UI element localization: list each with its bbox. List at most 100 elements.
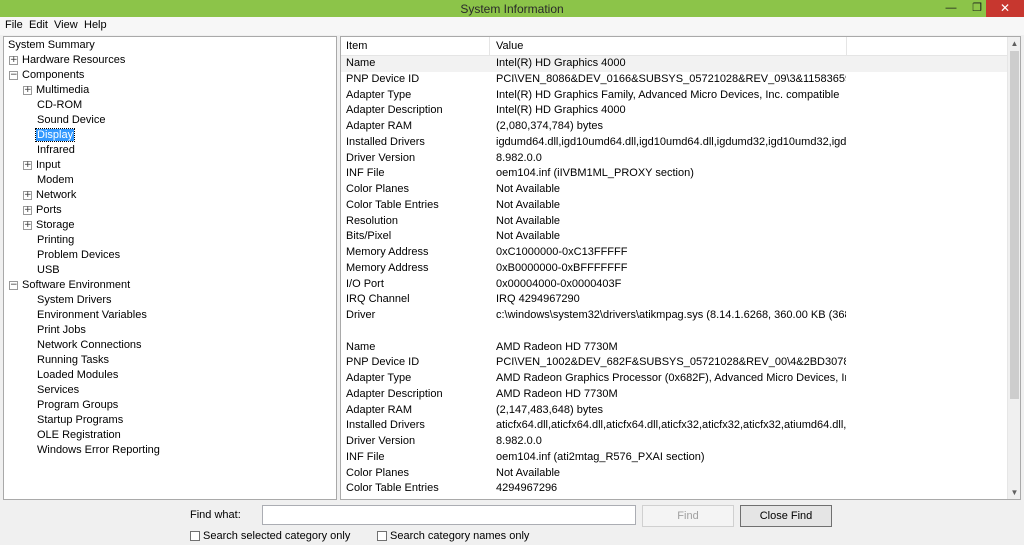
details-row[interactable]: Adapter Type AMD Radeon Graphics Processo… bbox=[341, 371, 1007, 387]
tree-item-program-groups[interactable]: Program Groups bbox=[36, 398, 119, 413]
column-header-item[interactable]: Item bbox=[346, 40, 367, 52]
details-row[interactable]: Driver Version 8.982.0.0 bbox=[341, 434, 1007, 450]
tree-item-software-environment[interactable]: − Software Environment bbox=[9, 278, 131, 293]
menu-edit[interactable]: Edit bbox=[29, 19, 48, 31]
details-row[interactable]: Color Table Entries Not Available bbox=[341, 198, 1007, 214]
tree-item-services[interactable]: Services bbox=[36, 383, 80, 398]
details-row[interactable]: Adapter Type Intel(R) HD Graphics Family,… bbox=[341, 88, 1007, 104]
tree-item-label: Environment Variables bbox=[37, 309, 147, 321]
expand-icon[interactable]: + bbox=[23, 160, 32, 170]
checkbox-box[interactable] bbox=[377, 531, 387, 542]
find-button[interactable]: Find bbox=[642, 505, 734, 527]
checkbox-box[interactable] bbox=[190, 531, 200, 542]
tree-item-components[interactable]: − Components bbox=[9, 68, 85, 83]
details-row[interactable]: Name Intel(R) HD Graphics 4000 bbox=[341, 56, 1007, 72]
details-row[interactable]: IRQ Channel IRQ 4294967290 bbox=[341, 292, 1007, 308]
tree-item-infrared[interactable]: Infrared bbox=[36, 143, 76, 158]
details-row[interactable]: Adapter RAM (2,147,483,648) bytes bbox=[341, 403, 1007, 419]
details-row[interactable]: INF File oem104.inf (ati2mtag_R576_PXAI s… bbox=[341, 450, 1007, 466]
tree-item-system-drivers[interactable]: System Drivers bbox=[36, 293, 113, 308]
tree-item-label: Running Tasks bbox=[37, 354, 109, 366]
details-row[interactable]: Color Planes Not Available bbox=[341, 182, 1007, 198]
details-row[interactable]: Adapter Description Intel(R) HD Graphics … bbox=[341, 103, 1007, 119]
details-row[interactable]: Driver Version 8.982.0.0 bbox=[341, 151, 1007, 167]
details-row[interactable] bbox=[341, 324, 1007, 340]
category-tree[interactable]: System Summary + Hardware Resources − Compon… bbox=[3, 36, 337, 500]
tree-item-running-tasks[interactable]: Running Tasks bbox=[36, 353, 110, 368]
tree-item-label: Network bbox=[36, 189, 77, 201]
expand-icon[interactable]: + bbox=[9, 55, 18, 65]
tree-item-printing[interactable]: Printing bbox=[36, 233, 75, 248]
tree-item-ports[interactable]: + Ports bbox=[23, 203, 63, 218]
tree-item-input[interactable]: + Input bbox=[23, 158, 61, 173]
details-row[interactable]: Installed Drivers aticfx64.dll,aticfx64.d… bbox=[341, 418, 1007, 434]
tree-item-usb[interactable]: USB bbox=[36, 263, 61, 278]
tree-item-ole-registration[interactable]: OLE Registration bbox=[36, 428, 122, 443]
menu-file[interactable]: File bbox=[5, 19, 23, 31]
tree-item-problem-devices[interactable]: Problem Devices bbox=[36, 248, 121, 263]
expand-icon[interactable]: + bbox=[23, 220, 32, 230]
tree-item-sound-device[interactable]: Sound Device bbox=[36, 113, 107, 128]
details-row[interactable]: PNP Device ID PCI\VEN_8086&DEV_0166&SUBSY… bbox=[341, 72, 1007, 88]
tree-item-hardware-resources[interactable]: + Hardware Resources bbox=[9, 53, 126, 68]
menu-help[interactable]: Help bbox=[84, 19, 107, 31]
minimize-button[interactable]: — bbox=[938, 0, 964, 17]
expand-icon[interactable]: + bbox=[23, 205, 32, 215]
expand-icon[interactable]: + bbox=[23, 190, 32, 200]
tree-item-label: Windows Error Reporting bbox=[37, 444, 160, 456]
tree-item-system-summary[interactable]: System Summary bbox=[7, 38, 96, 53]
details-row[interactable]: Installed Drivers igdumd64.dll,igd10umd64… bbox=[341, 135, 1007, 151]
tree-item-print-jobs[interactable]: Print Jobs bbox=[36, 323, 87, 338]
row-value: PCI\VEN_8086&DEV_0166&SUBSYS_05721028&RE… bbox=[496, 72, 846, 85]
scrollbar-thumb[interactable] bbox=[1010, 51, 1019, 399]
tree-item-storage[interactable]: + Storage bbox=[23, 218, 76, 233]
row-item: IRQ Channel bbox=[346, 293, 410, 306]
tree-item-modem[interactable]: Modem bbox=[36, 173, 75, 188]
vertical-scrollbar[interactable]: ▲ ▼ bbox=[1007, 37, 1020, 499]
menu-view[interactable]: View bbox=[54, 19, 78, 31]
tree-item-windows-error-reporting[interactable]: Windows Error Reporting bbox=[36, 443, 161, 458]
details-row[interactable]: Memory Address 0xC1000000-0xC13FFFFF bbox=[341, 245, 1007, 261]
search-selected-category-checkbox[interactable]: Search selected category only bbox=[190, 529, 350, 543]
tree-item-loaded-modules[interactable]: Loaded Modules bbox=[36, 368, 119, 383]
details-row[interactable]: Adapter Description AMD Radeon HD 7730M bbox=[341, 387, 1007, 403]
tree-item-display[interactable]: Display bbox=[34, 128, 76, 143]
details-row[interactable]: Resolution Not Available bbox=[341, 214, 1007, 230]
collapse-icon[interactable]: − bbox=[9, 70, 18, 80]
details-row[interactable]: I/O Port 0x00004000-0x0000403F bbox=[341, 277, 1007, 293]
expand-icon[interactable]: + bbox=[23, 85, 32, 95]
column-divider-end[interactable] bbox=[846, 37, 847, 55]
tree-item-label: System Drivers bbox=[37, 294, 112, 306]
tree-item-environment-variables[interactable]: Environment Variables bbox=[36, 308, 148, 323]
tree-item-startup-programs[interactable]: Startup Programs bbox=[36, 413, 124, 428]
collapse-icon[interactable]: − bbox=[9, 280, 18, 290]
details-row[interactable]: Color Table Entries 4294967296 bbox=[341, 481, 1007, 497]
find-what-input[interactable] bbox=[262, 505, 636, 525]
details-row[interactable]: Bits/Pixel Not Available bbox=[341, 229, 1007, 245]
details-row[interactable]: Driver c:\windows\system32\drivers\atikmp… bbox=[341, 308, 1007, 324]
details-row[interactable]: INF File oem104.inf (iIVBM1ML_PROXY secti… bbox=[341, 166, 1007, 182]
close-button[interactable]: ✕ bbox=[986, 0, 1024, 17]
details-header: Item Value bbox=[341, 37, 1007, 56]
row-value: Not Available bbox=[496, 230, 561, 243]
details-row[interactable]: Memory Address 0xB0000000-0xBFFFFFFF bbox=[341, 261, 1007, 277]
details-row[interactable]: Color Planes Not Available bbox=[341, 466, 1007, 482]
tree-item-cd-rom[interactable]: CD-ROM bbox=[36, 98, 83, 113]
row-value: Intel(R) HD Graphics 4000 bbox=[496, 104, 626, 117]
tree-item-network[interactable]: + Network bbox=[23, 188, 77, 203]
search-category-names-checkbox[interactable]: Search category names only bbox=[377, 529, 529, 543]
scroll-up-arrow-icon[interactable]: ▲ bbox=[1008, 37, 1020, 50]
details-row[interactable]: Name AMD Radeon HD 7730M bbox=[341, 340, 1007, 356]
row-item: Adapter RAM bbox=[346, 403, 413, 416]
column-header-value[interactable]: Value bbox=[496, 40, 523, 52]
close-find-button[interactable]: Close Find bbox=[740, 505, 832, 527]
tree-item-network-connections[interactable]: Network Connections bbox=[36, 338, 143, 353]
details-list[interactable]: Item Value Name Intel(R) HD Graphics 4000… bbox=[340, 36, 1021, 500]
details-row[interactable]: Adapter RAM (2,080,374,784) bytes bbox=[341, 119, 1007, 135]
details-row[interactable]: PNP Device ID PCI\VEN_1002&DEV_682F&SUBSY… bbox=[341, 355, 1007, 371]
scroll-down-arrow-icon[interactable]: ▼ bbox=[1008, 486, 1020, 499]
tree-item-multimedia[interactable]: + Multimedia bbox=[23, 83, 90, 98]
row-value: Not Available bbox=[496, 466, 561, 479]
row-item: I/O Port bbox=[346, 277, 384, 290]
column-divider[interactable] bbox=[489, 37, 490, 55]
